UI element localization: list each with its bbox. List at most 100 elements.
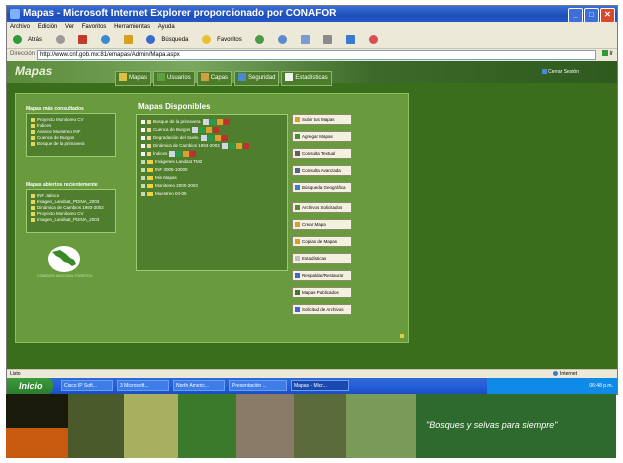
delete-icon[interactable] bbox=[221, 134, 228, 141]
close-button[interactable]: ✕ bbox=[600, 8, 615, 23]
menu-ver[interactable]: Ver bbox=[65, 24, 74, 30]
checkbox[interactable] bbox=[141, 128, 145, 132]
requested-files-button[interactable]: Archivos Solicitados bbox=[292, 202, 352, 213]
taskbar-item[interactable]: Cisco IP Soft... bbox=[61, 380, 113, 391]
search-button[interactable]: Búsqueda bbox=[143, 34, 191, 44]
expand-icon[interactable] bbox=[141, 159, 145, 164]
delete-icon[interactable] bbox=[190, 150, 197, 157]
folder-row-label: Mis Mapas bbox=[155, 175, 177, 180]
folder-row[interactable]: Muestreo 04-05 bbox=[141, 190, 283, 198]
share-icon[interactable] bbox=[183, 150, 190, 157]
tab-seguridad-label: Seguridad bbox=[248, 75, 276, 81]
statistics-button[interactable]: Estadísticas bbox=[292, 253, 352, 264]
forward-button[interactable] bbox=[53, 34, 68, 44]
edit-icon[interactable] bbox=[169, 150, 176, 157]
add-icon[interactable] bbox=[209, 118, 216, 125]
expand-icon[interactable] bbox=[141, 175, 145, 180]
share-icon[interactable] bbox=[216, 118, 223, 125]
home-icon bbox=[123, 34, 133, 44]
checkbox[interactable] bbox=[141, 120, 145, 124]
folder-row[interactable]: Monitoreo 2000-2003 bbox=[141, 182, 283, 190]
minimize-button[interactable]: _ bbox=[568, 8, 583, 23]
tab-seguridad[interactable]: Seguridad bbox=[234, 71, 280, 86]
backup-restore-button[interactable]: Respaldar/Restaurar bbox=[292, 270, 352, 281]
add-icon[interactable] bbox=[207, 134, 214, 141]
print-button[interactable] bbox=[320, 34, 335, 44]
map-row[interactable]: Degradación del Suelo bbox=[141, 134, 283, 142]
tab-mapas[interactable]: Mapas bbox=[115, 71, 152, 86]
tab-capas[interactable]: Capas bbox=[196, 71, 233, 86]
add-maps-button[interactable]: Agregar Mapas bbox=[292, 131, 352, 142]
map-row[interactable]: Cuenca de Burgos bbox=[141, 126, 283, 134]
delete-icon[interactable] bbox=[242, 142, 249, 149]
main-panel: Mapas más consultados Proyecto Monitoreo… bbox=[15, 93, 409, 343]
close-session-link[interactable]: Cerrar Sesión bbox=[542, 69, 579, 75]
taskbar-item[interactable]: 3 Microsoft... bbox=[117, 380, 169, 391]
checkbox[interactable] bbox=[141, 152, 145, 156]
menu-favoritos[interactable]: Favoritos bbox=[82, 24, 107, 30]
button-label: Archivos Solicitados bbox=[302, 205, 343, 210]
edit-button[interactable] bbox=[343, 34, 358, 44]
text-query-button[interactable]: Consulta Textual bbox=[292, 148, 352, 159]
published-maps-button[interactable]: Mapas Publicados bbox=[292, 287, 352, 298]
start-button[interactable]: Inicio bbox=[7, 378, 53, 394]
edit-icon[interactable] bbox=[192, 126, 199, 133]
create-map-button[interactable]: Crear Mapa bbox=[292, 219, 352, 230]
menu-herramientas[interactable]: Herramientas bbox=[114, 24, 150, 30]
share-icon[interactable] bbox=[206, 126, 213, 133]
taskbar-item-active[interactable]: Mapas - Micr... bbox=[291, 380, 349, 391]
stop-button[interactable] bbox=[75, 34, 90, 44]
edit-icon[interactable] bbox=[221, 142, 228, 149]
list-item[interactable]: Bosque de la primavera bbox=[31, 141, 111, 147]
advanced-search-icon bbox=[295, 168, 300, 174]
messenger-button[interactable] bbox=[366, 34, 381, 44]
folder-row[interactable]: INF 2005-10000 bbox=[141, 166, 283, 174]
file-request-button[interactable]: Solicitud de Archivos bbox=[292, 304, 352, 315]
history-icon bbox=[278, 34, 288, 44]
checkbox[interactable] bbox=[141, 136, 145, 140]
taskbar-item[interactable]: Presentación ... bbox=[229, 380, 287, 391]
tab-estadisticas[interactable]: Estadísticas bbox=[281, 71, 332, 86]
add-icon[interactable] bbox=[176, 150, 183, 157]
delete-icon[interactable] bbox=[223, 118, 230, 125]
history-button[interactable] bbox=[275, 34, 290, 44]
add-icon[interactable] bbox=[199, 126, 206, 133]
go-button[interactable]: Ir bbox=[601, 49, 613, 60]
folder-row[interactable]: Mis Mapas bbox=[141, 174, 283, 182]
expand-icon[interactable] bbox=[141, 183, 145, 188]
menu-archivo[interactable]: Archivo bbox=[10, 24, 30, 30]
edit-icon[interactable] bbox=[200, 134, 207, 141]
address-input[interactable]: http://www.cnf.gob.mx:81/emapas/Admin/Ma… bbox=[37, 50, 596, 60]
tab-usuarios[interactable]: Usuarios bbox=[153, 71, 195, 86]
menu-edicion[interactable]: Edición bbox=[38, 24, 58, 30]
map-row[interactable]: Dinámica de Cambios 1993-2002 bbox=[141, 142, 283, 150]
home-button[interactable] bbox=[121, 34, 136, 44]
go-arrow-icon bbox=[601, 50, 608, 57]
add-icon[interactable] bbox=[228, 142, 235, 149]
share-icon[interactable] bbox=[235, 142, 242, 149]
list-item[interactable]: Imagen_Landsat_PDINA_2003 bbox=[31, 217, 111, 223]
expand-icon[interactable] bbox=[141, 167, 145, 172]
share-icon[interactable] bbox=[214, 134, 221, 141]
mail-button[interactable] bbox=[298, 34, 313, 44]
checkbox[interactable] bbox=[141, 144, 145, 148]
maximize-button[interactable]: □ bbox=[584, 8, 599, 23]
expand-icon[interactable] bbox=[141, 191, 145, 196]
favorites-button[interactable]: Favoritos bbox=[199, 34, 245, 44]
refresh-button[interactable] bbox=[98, 34, 113, 44]
folder-row[interactable]: Imágenes Landsat TM2 bbox=[141, 158, 283, 166]
map-row[interactable]: Bosque de la primavera bbox=[141, 118, 283, 126]
edit-icon[interactable] bbox=[202, 118, 209, 125]
resize-grip-icon[interactable] bbox=[400, 334, 404, 338]
geo-search-button[interactable]: Búsqueda Geográfica bbox=[292, 182, 352, 193]
sunset-glow bbox=[6, 428, 68, 458]
media-button[interactable] bbox=[252, 34, 267, 44]
taskbar-item[interactable]: North Americ... bbox=[173, 380, 225, 391]
back-button[interactable]: Atrás bbox=[10, 34, 45, 44]
map-row[interactable]: Índices bbox=[141, 150, 283, 158]
advanced-query-button[interactable]: Consulta Avanzada bbox=[292, 165, 352, 176]
menu-ayuda[interactable]: Ayuda bbox=[158, 24, 175, 30]
upload-maps-button[interactable]: Subir tus Mapas bbox=[292, 114, 352, 125]
delete-icon[interactable] bbox=[213, 126, 220, 133]
map-copies-button[interactable]: Copias de Mapas bbox=[292, 236, 352, 247]
